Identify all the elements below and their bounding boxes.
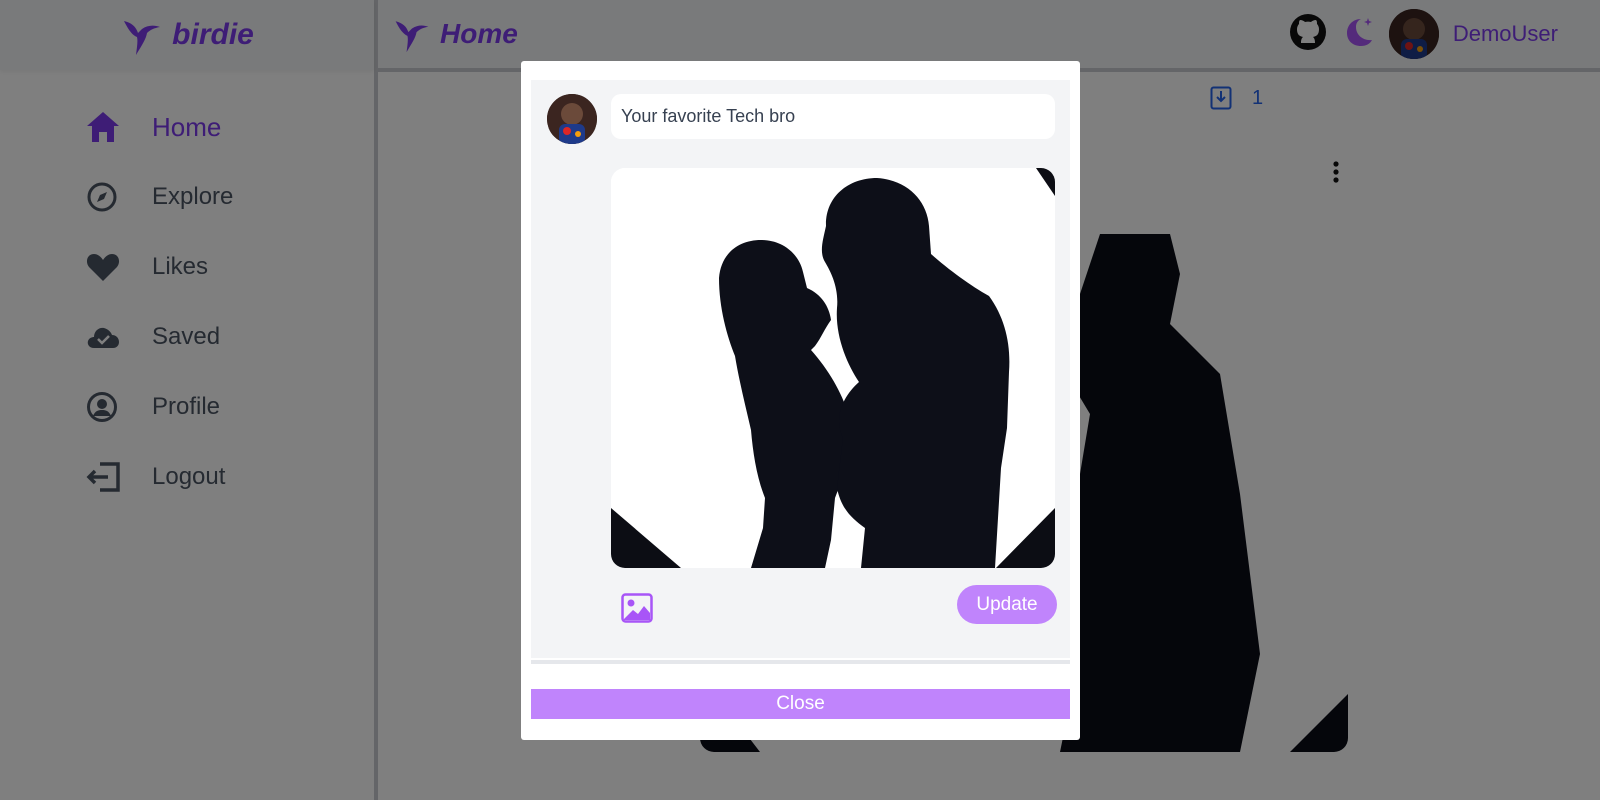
divider [531,660,1070,664]
image-icon[interactable] [621,593,653,628]
edit-post-modal: Update Close [521,61,1080,740]
avatar [547,94,597,144]
update-button[interactable]: Update [957,585,1057,624]
app: birdie Home Explore Likes [0,0,1600,800]
post-text-input[interactable] [611,94,1055,139]
close-button[interactable]: Close [531,689,1070,719]
image-preview[interactable] [611,168,1055,568]
post-composer: Update [531,80,1070,658]
